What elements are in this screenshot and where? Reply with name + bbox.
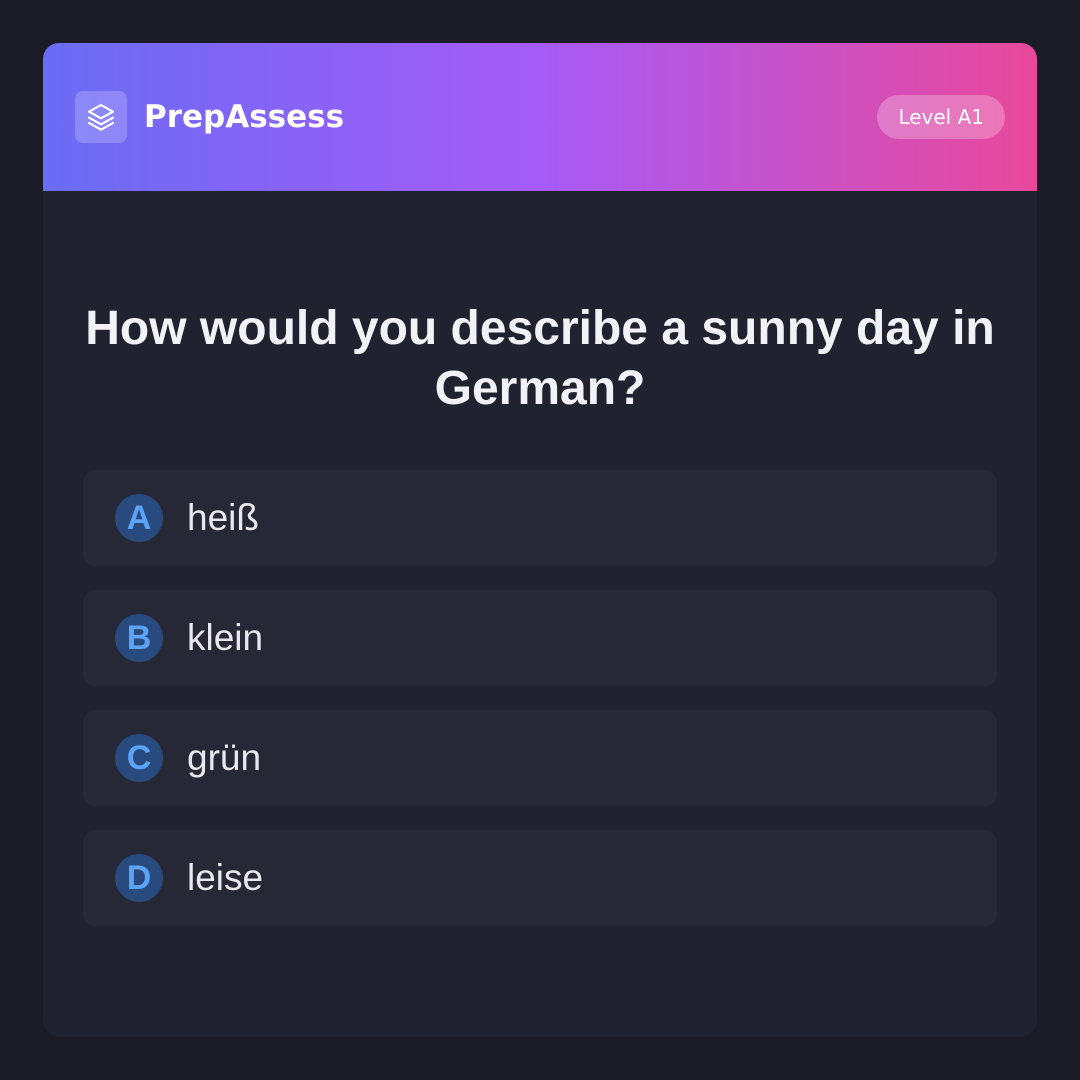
header-bar: PrepAssess Level A1 bbox=[43, 43, 1037, 191]
question-text: How would you describe a sunny day in Ge… bbox=[85, 302, 995, 415]
answer-options: A heiß B klein C grün D leise bbox=[83, 470, 997, 950]
option-text: heiß bbox=[187, 497, 259, 538]
brand-name: PrepAssess bbox=[144, 99, 345, 135]
option-text: klein bbox=[187, 617, 264, 658]
option-letter: C bbox=[115, 734, 163, 782]
quiz-card: PrepAssess Level A1 How would you descri… bbox=[43, 43, 1037, 1037]
option-a[interactable]: A heiß bbox=[83, 470, 997, 566]
option-d[interactable]: D leise bbox=[83, 830, 997, 926]
option-letter: B bbox=[115, 614, 163, 662]
option-b[interactable]: B klein bbox=[83, 590, 997, 686]
option-letter: D bbox=[115, 854, 163, 902]
option-text: grün bbox=[187, 737, 262, 778]
option-letter: A bbox=[115, 494, 163, 542]
layers-icon bbox=[75, 91, 127, 143]
option-c[interactable]: C grün bbox=[83, 710, 997, 806]
option-text: leise bbox=[187, 857, 264, 898]
brand: PrepAssess bbox=[75, 91, 344, 143]
level-badge: Level A1 bbox=[877, 95, 1005, 139]
